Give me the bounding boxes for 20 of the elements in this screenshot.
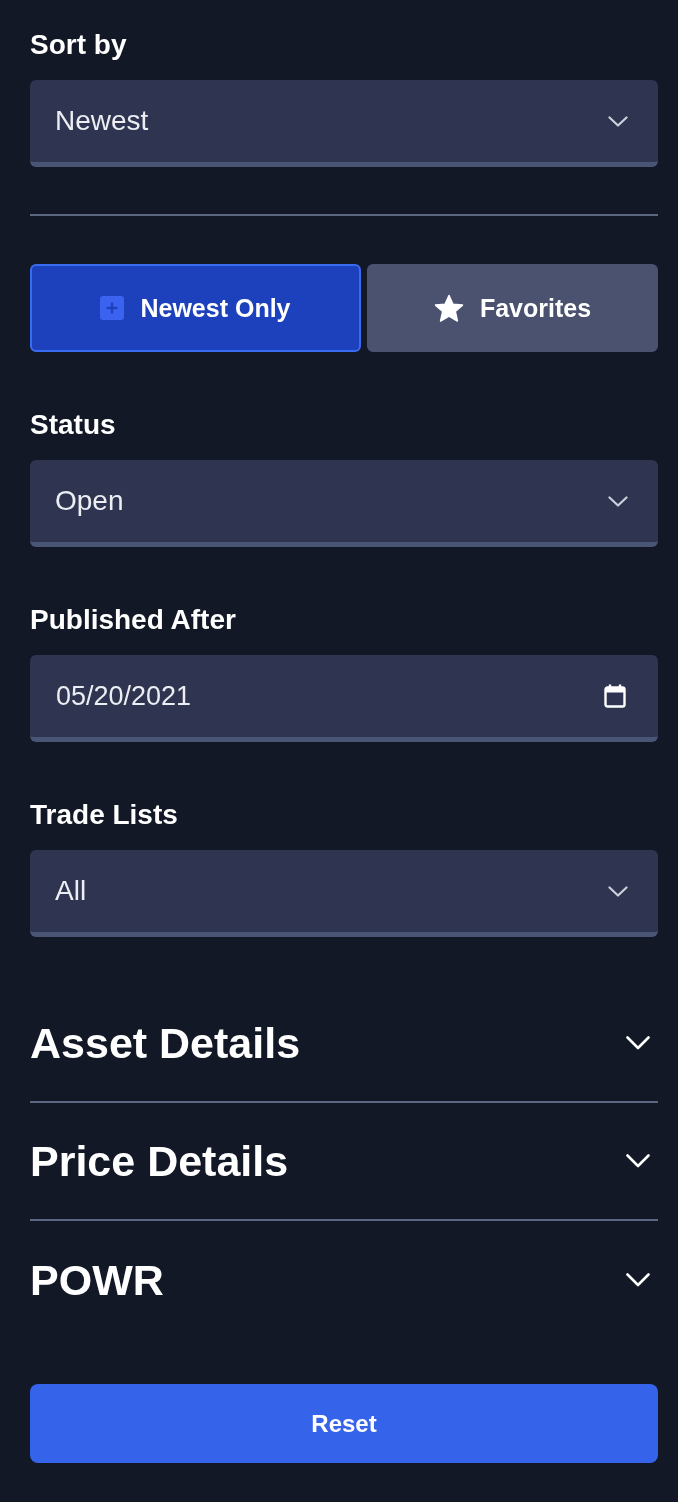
field-label: Published After — [30, 603, 236, 637]
field-label: Trade Lists — [30, 798, 178, 832]
dropdown-select[interactable]: All — [30, 850, 658, 937]
accordion-header[interactable]: Price Details — [30, 1103, 658, 1221]
field-label: Status — [30, 408, 116, 442]
field-label: Sort by — [30, 28, 127, 62]
accordion-header[interactable]: Asset Details — [30, 985, 658, 1103]
plus-square-icon — [100, 296, 125, 320]
chevron-down-icon — [608, 885, 628, 897]
chevron-down-icon — [608, 115, 628, 127]
calendar-icon — [604, 684, 626, 708]
reset-button[interactable]: Reset — [30, 1384, 658, 1463]
date-field[interactable]: 05/20/2021 — [30, 655, 658, 742]
dropdown-select[interactable]: Open — [30, 460, 658, 547]
filter-toggle-button[interactable]: Newest Only — [30, 264, 361, 352]
star-icon — [433, 293, 464, 323]
filter-toggle-button[interactable]: Favorites — [367, 264, 658, 352]
sort-select[interactable]: Newest — [30, 80, 658, 167]
accordion-header[interactable]: POWR — [30, 1221, 658, 1338]
chevron-down-icon — [608, 495, 628, 507]
